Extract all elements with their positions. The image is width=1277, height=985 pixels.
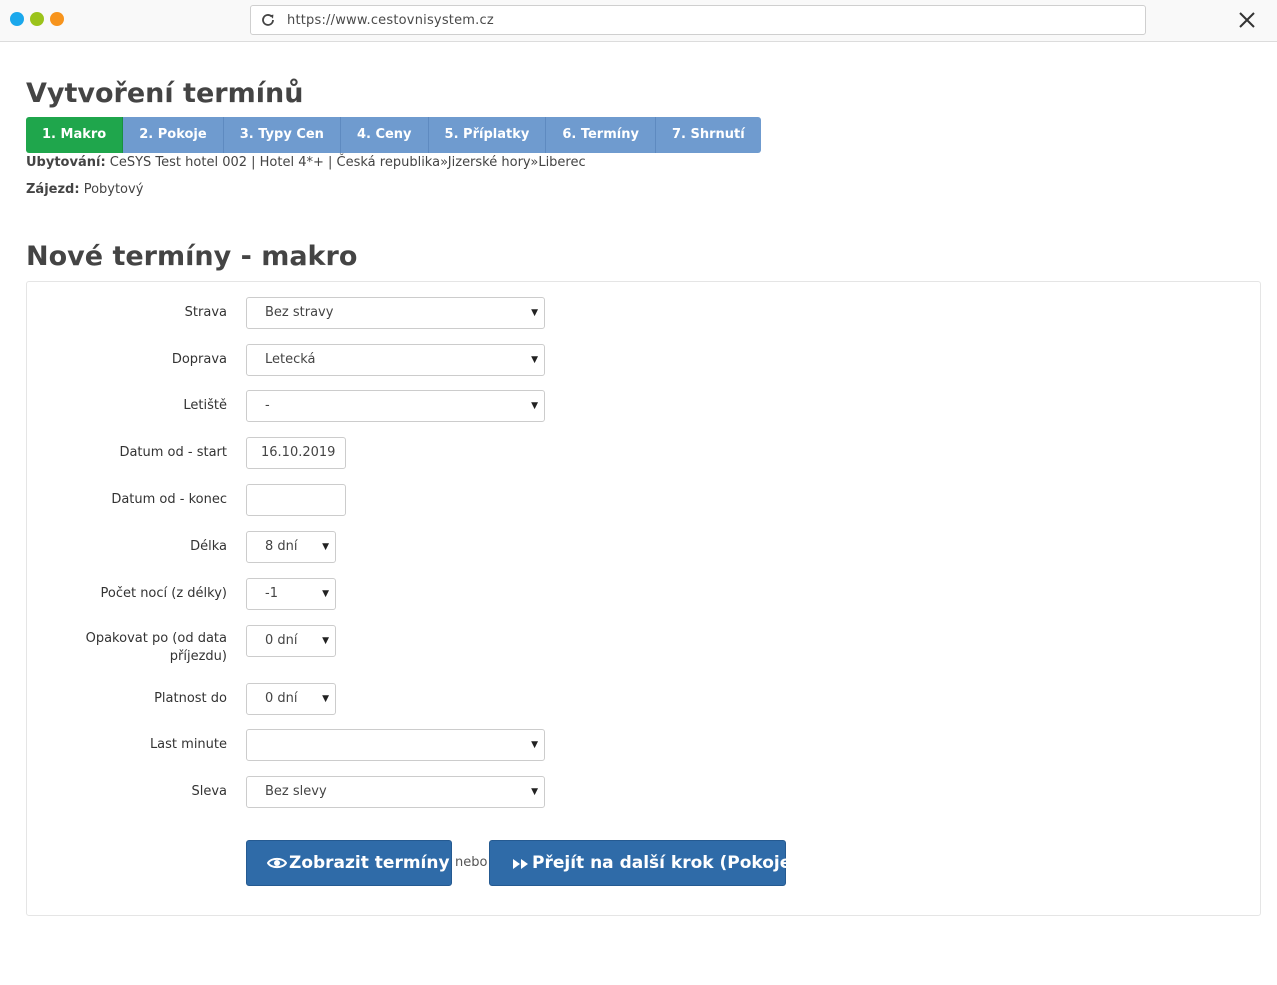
datum-start-value: 16.10.2019 [261, 445, 336, 460]
wizard-steps: 1. Makro 2. Pokoje 3. Typy Cen 4. Ceny 5… [26, 117, 761, 153]
platnost-value: 0 dní [265, 691, 298, 706]
doprava-select[interactable]: Letecká ▼ [246, 344, 545, 376]
caret-down-icon: ▼ [322, 542, 329, 552]
platnost-select[interactable]: 0 dní ▼ [246, 683, 336, 715]
reload-icon[interactable] [260, 12, 276, 28]
accommodation-info: Ubytování: CeSYS Test hotel 002 | Hotel … [26, 155, 586, 170]
strava-value: Bez stravy [265, 305, 334, 320]
wizard-step-ceny[interactable]: 4. Ceny [340, 117, 429, 153]
datum-start-label: Datum od - start [119, 445, 227, 460]
delka-value: 8 dní [265, 539, 298, 554]
trip-label: Zájezd: [26, 182, 80, 197]
sleva-select[interactable]: Bez slevy ▼ [246, 776, 545, 808]
caret-down-icon: ▼ [322, 589, 329, 599]
next-step-label: Přejít na další krok (Pokoje) [532, 853, 800, 873]
strava-label: Strava [184, 305, 227, 320]
sleva-value: Bez slevy [265, 784, 327, 799]
pocet-noci-label: Počet nocí (z délky) [100, 586, 227, 601]
browser-chrome: https://www.cestovnisystem.cz [0, 0, 1277, 42]
accommodation-label: Ubytování: [26, 155, 106, 170]
trip-value: Pobytový [83, 182, 144, 197]
caret-down-icon: ▼ [531, 308, 538, 318]
letiste-value: - [265, 398, 270, 413]
accommodation-value: CeSYS Test hotel 002 | Hotel 4*+ | Česká… [109, 155, 586, 170]
address-bar[interactable]: https://www.cestovnisystem.cz [250, 5, 1146, 35]
page-title: Vytvoření termínů [26, 78, 304, 109]
caret-down-icon: ▼ [322, 694, 329, 704]
fast-forward-icon [513, 859, 528, 869]
wizard-step-priplatky[interactable]: 5. Příplatky [428, 117, 547, 153]
caret-down-icon: ▼ [531, 787, 538, 797]
opakovat-label: Opakovat po (od data příjezdu) [47, 630, 227, 666]
delka-select[interactable]: 8 dní ▼ [246, 531, 336, 563]
caret-down-icon: ▼ [531, 401, 538, 411]
next-step-button[interactable]: Přejít na další krok (Pokoje) [489, 840, 799, 886]
show-terms-label: Zobrazit termíny [289, 853, 450, 873]
wizard-step-shrnuti[interactable]: 7. Shrnutí [655, 117, 761, 153]
opakovat-label-line2: příjezdu) [169, 649, 227, 664]
opakovat-label-line1: Opakovat po (od data [85, 631, 227, 646]
or-text: nebo [455, 855, 488, 870]
eye-icon [266, 857, 288, 869]
datum-konec-label: Datum od - konec [111, 492, 227, 507]
url-text: https://www.cestovnisystem.cz [287, 13, 494, 28]
last-minute-select[interactable]: ▼ [246, 729, 545, 761]
wizard-step-terminy[interactable]: 6. Termíny [546, 117, 656, 153]
opakovat-select[interactable]: 0 dní ▼ [246, 625, 336, 657]
doprava-value: Letecká [265, 352, 316, 367]
caret-down-icon: ▼ [531, 740, 538, 750]
opakovat-value: 0 dní [265, 633, 298, 648]
wizard-step-typy-cen[interactable]: 3. Typy Cen [223, 117, 341, 153]
last-minute-label: Last minute [149, 737, 227, 752]
delka-label: Délka [190, 539, 227, 554]
pocet-noci-value: -1 [265, 586, 278, 601]
section-title: Nové termíny - makro [26, 241, 358, 272]
strava-select[interactable]: Bez stravy ▼ [246, 297, 545, 329]
letiste-label: Letiště [183, 398, 227, 413]
sleva-label: Sleva [191, 784, 227, 799]
pocet-noci-select[interactable]: -1 ▼ [246, 578, 336, 610]
datum-start-input[interactable]: 16.10.2019 [246, 437, 346, 469]
caret-down-icon: ▼ [322, 636, 329, 646]
form-panel: Strava Bez stravy ▼ Doprava Letecká ▼ Le… [26, 281, 1261, 916]
caret-down-icon: ▼ [531, 355, 538, 365]
window-minimize-dot[interactable] [30, 12, 44, 26]
window-maximize-dot[interactable] [50, 12, 64, 26]
letiste-select[interactable]: - ▼ [246, 390, 545, 422]
close-icon[interactable] [1238, 11, 1256, 29]
show-terms-button[interactable]: Zobrazit termíny [246, 840, 452, 886]
platnost-label: Platnost do [154, 691, 227, 706]
wizard-step-makro[interactable]: 1. Makro [26, 117, 124, 153]
doprava-label: Doprava [171, 352, 227, 367]
trip-info: Zájezd: Pobytový [26, 182, 143, 197]
datum-konec-input[interactable] [246, 484, 346, 516]
wizard-step-pokoje[interactable]: 2. Pokoje [123, 117, 224, 153]
window-close-dot[interactable] [10, 12, 24, 26]
